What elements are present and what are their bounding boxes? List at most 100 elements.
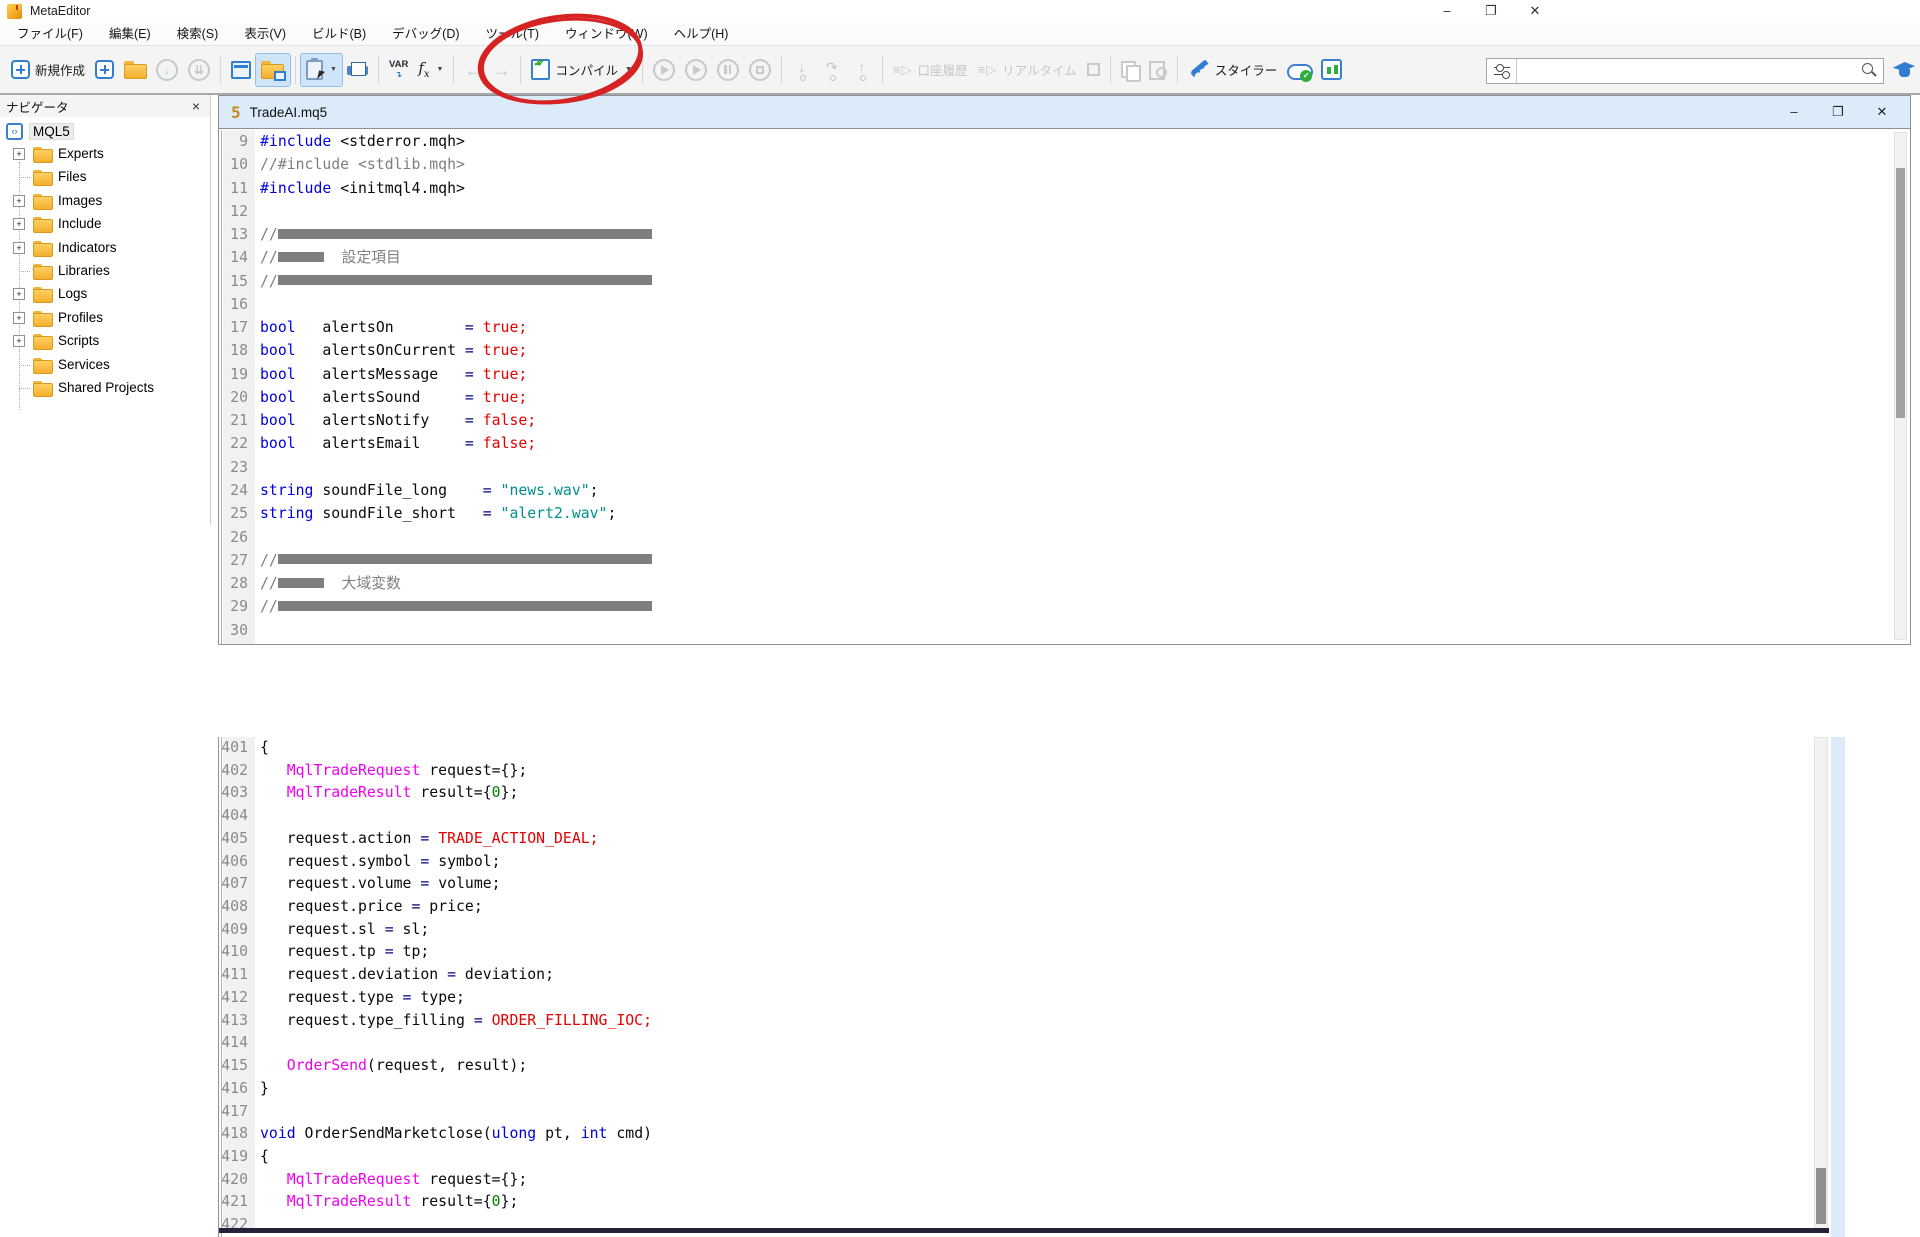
print-button[interactable] — [342, 54, 373, 86]
close-button[interactable]: ✕ — [1513, 0, 1557, 22]
code-line-30: 30 — [219, 619, 1890, 642]
menu-編集e[interactable]: 編集(E) — [96, 23, 164, 45]
step-over-button: ↷ — [817, 54, 847, 86]
document-close-button[interactable]: ✕ — [1870, 104, 1894, 120]
metaeditor-app-icon — [7, 4, 22, 19]
search-icon[interactable] — [1858, 60, 1880, 82]
tree-item-services[interactable]: Services — [0, 354, 210, 377]
debug-history-button — [648, 54, 680, 86]
cloud-check-icon: ✓ — [1287, 60, 1311, 80]
tree-item-libraries[interactable]: Libraries — [0, 260, 210, 283]
toolbar-search-area — [1486, 46, 1918, 95]
navigator-folder-icon — [261, 61, 285, 79]
expand-plus-icon[interactable]: + — [13, 242, 25, 254]
compile-button[interactable]: コンパイル ▼ — [526, 54, 636, 86]
insert-variable-button[interactable]: VAR↴ — [384, 54, 413, 86]
step-over-icon: ↷ — [822, 59, 842, 81]
mql5-file-icon: 5 — [231, 103, 241, 122]
tree-stub-line — [19, 365, 30, 366]
code-line-408: 408 request.price = price; — [219, 896, 1825, 919]
compile-checklist-icon — [531, 59, 550, 80]
menu-ウィンドウw[interactable]: ウィンドウ(W) — [552, 23, 661, 45]
document-maximize-button[interactable]: ❐ — [1826, 104, 1850, 120]
comment-bar — [278, 229, 652, 239]
menu-ヘルプh[interactable]: ヘルプ(H) — [661, 23, 742, 45]
tree-item-mql5[interactable]: ‹› MQL5 — [0, 120, 210, 143]
chevron-down-icon[interactable]: ▼ — [437, 66, 444, 73]
expand-plus-icon[interactable]: + — [13, 288, 25, 300]
vertical-scrollbar[interactable] — [1894, 132, 1907, 640]
code-line-23: 23 — [219, 456, 1890, 479]
function-list-button[interactable]: fx ▼ — [413, 54, 448, 86]
menu-表示v[interactable]: 表示(V) — [231, 23, 299, 45]
debug-stop-icon — [749, 59, 771, 81]
save-icon: ↓ — [156, 59, 178, 81]
tree-item-shared-projects[interactable]: Shared Projects — [0, 377, 210, 400]
expand-plus-icon[interactable]: + — [13, 148, 25, 160]
navigator-toggle-button[interactable] — [256, 54, 290, 86]
expand-plus-icon[interactable]: + — [13, 335, 25, 347]
tree-item-experts[interactable]: +Experts — [0, 143, 210, 166]
maximize-button[interactable]: ❐ — [1469, 0, 1513, 22]
menu-bar: ファイル(F)編集(E)検索(S)表示(V)ビルド(B)デバッグ(D)ツール(T… — [0, 23, 1920, 46]
tree-item-files[interactable]: Files — [0, 166, 210, 189]
chevron-down-icon[interactable]: ▼ — [625, 66, 632, 73]
menu-ファイルf[interactable]: ファイル(F) — [4, 23, 96, 45]
code-editor[interactable]: 9#include <stderror.mqh>10//#include <st… — [219, 130, 1910, 644]
menu-検索s[interactable]: 検索(S) — [164, 23, 232, 45]
market-button[interactable] — [1316, 54, 1347, 86]
expand-plus-icon[interactable]: + — [13, 218, 25, 230]
scrollbar-thumb[interactable] — [1896, 168, 1905, 418]
cloud-storage-button[interactable]: ✓ — [1282, 54, 1316, 86]
debug-history-icon — [653, 59, 675, 81]
new-button[interactable]: 新規作成 — [6, 54, 90, 86]
expand-plus-icon[interactable]: + — [13, 312, 25, 324]
tree-root-label: MQL5 — [30, 124, 73, 139]
window-layout-icon — [231, 61, 251, 79]
chevron-down-icon[interactable]: ▼ — [330, 66, 337, 73]
toolbar-separator — [1177, 56, 1178, 84]
scrollbar-thumb-2[interactable] — [1816, 1168, 1826, 1224]
help-education-icon[interactable] — [1892, 60, 1918, 82]
code-line-414: 414 — [219, 1032, 1825, 1055]
debug-play-icon — [685, 59, 707, 81]
toolbar-separator — [781, 56, 782, 84]
toolbar-separator — [453, 56, 454, 84]
tree-item-logs[interactable]: +Logs — [0, 283, 210, 306]
tree-stub-line — [19, 271, 30, 272]
search-filter-icon[interactable] — [1487, 59, 1517, 83]
code-line-10: 10//#include <stdlib.mqh> — [219, 153, 1890, 176]
code-line-422: 422 — [219, 1214, 1825, 1237]
document-minimize-button[interactable]: – — [1782, 104, 1806, 120]
code-editor-continued[interactable]: 401{402 MqlTradeRequest request={};403 M… — [218, 737, 1845, 1237]
window-controls: – ❐ ✕ — [1425, 0, 1557, 22]
var-icon: VAR↴ — [389, 60, 408, 80]
menu-デバッグd[interactable]: デバッグ(D) — [379, 23, 472, 45]
document-search-icon — [1149, 61, 1167, 79]
styler-button[interactable]: スタイラー — [1183, 54, 1283, 86]
new-file-button[interactable] — [90, 54, 119, 86]
code-line-13: 13// — [219, 223, 1890, 246]
navigator-close-icon[interactable]: × — [188, 98, 204, 114]
frame-icon — [1087, 63, 1100, 76]
list-play-icon: ≡▷ — [978, 62, 998, 78]
vertical-scrollbar-2[interactable] — [1814, 737, 1828, 1229]
expand-plus-icon[interactable]: + — [13, 195, 25, 207]
menu-ツールt[interactable]: ツール(T) — [473, 23, 552, 45]
comment-bar — [278, 252, 324, 262]
menu-ビルドb[interactable]: ビルド(B) — [299, 23, 379, 45]
open-folder-button[interactable] — [119, 54, 151, 86]
code-lines-block-1: 9#include <stderror.mqh>10//#include <st… — [219, 130, 1890, 642]
code-line-419: 419{ — [219, 1146, 1825, 1169]
tree-item-images[interactable]: +Images — [0, 190, 210, 213]
tree-item-include[interactable]: +Include — [0, 213, 210, 236]
document-titlebar[interactable]: 5 TradeAI.mq5 – ❐ ✕ — [219, 96, 1910, 129]
tree-item-indicators[interactable]: +Indicators — [0, 237, 210, 260]
tree-item-scripts[interactable]: +Scripts — [0, 330, 210, 353]
save-button: ↓ — [151, 54, 183, 86]
paste-button[interactable]: ▼ — [301, 54, 342, 86]
window-layout-button[interactable] — [226, 54, 256, 86]
minimize-button[interactable]: – — [1425, 0, 1469, 22]
tree-item-profiles[interactable]: +Profiles — [0, 307, 210, 330]
search-input[interactable] — [1517, 60, 1858, 82]
